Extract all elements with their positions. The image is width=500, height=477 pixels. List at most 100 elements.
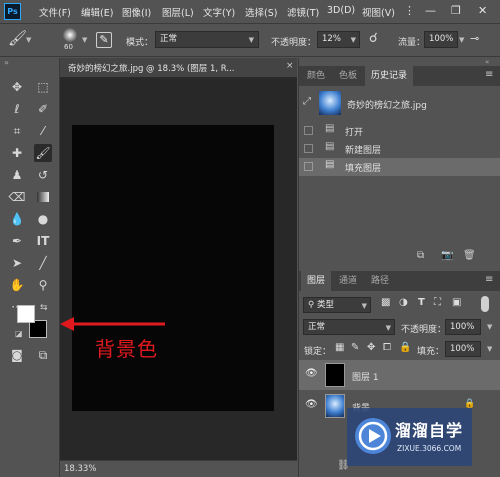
opacity-dropdown-icon[interactable]: ▼ xyxy=(487,323,492,331)
zoom-level[interactable]: 18.33% xyxy=(64,464,96,474)
pen-tool-icon[interactable]: ✒ xyxy=(8,232,26,250)
foreground-color-swatch[interactable] xyxy=(17,305,35,323)
blend-mode-select[interactable]: 正常 ▼ xyxy=(303,319,395,335)
history-snapshot[interactable]: ⤢ 奇妙的榜幻之旅.jpg xyxy=(299,88,500,118)
layer-row-selected[interactable]: 👁 图层 1 xyxy=(299,360,500,390)
flow-dropdown-icon[interactable]: ▼ xyxy=(459,36,464,44)
layer-filter-select[interactable]: ⚲ 类型 ▼ xyxy=(303,297,371,313)
canvas[interactable] xyxy=(72,125,274,411)
brush-tip-preview[interactable] xyxy=(63,28,77,42)
crop-tool-icon[interactable]: ⌗ xyxy=(8,122,26,140)
mode-select[interactable]: 正常 ▼ xyxy=(155,31,259,48)
eraser-tool-icon[interactable]: ⌫ xyxy=(8,188,26,206)
layer-filter-value: 类型 xyxy=(316,300,334,310)
type-tool-icon[interactable]: IT xyxy=(34,232,52,250)
quick-select-tool-icon[interactable]: ✐ xyxy=(34,100,52,118)
pressure-opacity-icon[interactable]: ☌ xyxy=(369,31,378,46)
filter-toggle[interactable] xyxy=(481,296,489,312)
close-window-button[interactable]: ✕ xyxy=(478,4,487,17)
tool-preset-dropdown-icon[interactable]: ▼ xyxy=(26,36,31,44)
menu-view[interactable]: 视图(V) xyxy=(362,5,395,19)
layer-name[interactable]: 图层 1 xyxy=(352,370,379,383)
history-brush-tool-icon[interactable]: ↺ xyxy=(34,166,52,184)
fill-dropdown-icon[interactable]: ▼ xyxy=(487,345,492,353)
history-menu-icon[interactable]: ≡ xyxy=(485,69,493,80)
brush-tool-icon[interactable]: 🖌 xyxy=(34,144,52,162)
lock-pixels-icon[interactable]: ✎ xyxy=(351,342,359,353)
clone-stamp-tool-icon[interactable]: ♟ xyxy=(8,166,26,184)
filter-smart-object-icon[interactable]: ▣ xyxy=(452,297,461,308)
document-tab[interactable]: 奇妙的榜幻之旅.jpg @ 18.3% (图层 1, R... × xyxy=(60,58,297,78)
filter-shape-icon[interactable]: ⛶ xyxy=(434,297,441,308)
minimize-button[interactable]: — xyxy=(425,4,436,17)
history-state-icon: ▤ xyxy=(325,141,335,152)
history-state-selected[interactable]: ▤ 填充图层 xyxy=(299,158,500,176)
collapse-panels-icon[interactable]: « xyxy=(485,58,489,66)
menu-type[interactable]: 文字(Y) xyxy=(203,5,235,19)
lock-transparent-icon[interactable]: ▦ xyxy=(335,342,344,353)
menu-filter[interactable]: 滤镜(T) xyxy=(287,5,319,19)
maximize-button[interactable]: ❐ xyxy=(451,4,461,17)
eyedropper-tool-icon[interactable]: ⁄ xyxy=(34,122,52,140)
default-colors-icon[interactable]: ◪ xyxy=(15,329,23,338)
lock-artboard-icon[interactable]: ⧠ xyxy=(383,342,391,353)
blur-tool-icon[interactable]: 💧 xyxy=(8,210,26,228)
watermark-subtitle: ZIXUE.3066.COM xyxy=(397,444,462,453)
menu-overflow-icon[interactable]: ⋮ xyxy=(404,4,415,17)
brush-settings-icon[interactable]: ✎ xyxy=(96,32,112,48)
history-state-checkbox[interactable] xyxy=(304,162,313,171)
brush-picker-dropdown-icon[interactable]: ▼ xyxy=(82,36,87,44)
history-state[interactable]: ▤ 打开 xyxy=(299,122,500,140)
quick-mask-icon[interactable]: ◙ xyxy=(8,346,26,364)
chevron-down-icon: ▼ xyxy=(350,36,356,44)
filter-type-icon[interactable]: T xyxy=(418,297,425,308)
menu-image[interactable]: 图像(I) xyxy=(122,5,151,19)
menu-layer[interactable]: 图层(L) xyxy=(162,5,194,19)
layer-opacity-input[interactable]: 100% xyxy=(445,319,481,335)
lock-position-icon[interactable]: ✥ xyxy=(367,342,375,353)
eye-icon[interactable]: 👁 xyxy=(305,368,318,379)
trash-icon[interactable]: 🗑 xyxy=(463,250,476,261)
eye-icon[interactable]: 👁 xyxy=(305,399,318,410)
hand-tool-icon[interactable]: ✋ xyxy=(8,276,26,294)
dodge-tool-icon[interactable]: ● xyxy=(34,210,52,228)
fill-input[interactable]: 100% xyxy=(445,341,481,357)
history-state[interactable]: ▤ 新建图层 xyxy=(299,140,500,158)
menu-edit[interactable]: 编辑(E) xyxy=(81,5,113,19)
snapshot-camera-icon[interactable]: 📷 xyxy=(441,250,453,261)
flow-input[interactable]: 100% xyxy=(424,31,458,48)
tab-channels[interactable]: 通道 xyxy=(333,271,363,291)
history-state-checkbox[interactable] xyxy=(304,144,313,153)
healing-brush-tool-icon[interactable]: ✚ xyxy=(8,144,26,162)
marquee-tool-icon[interactable]: ⬚ xyxy=(34,78,52,96)
lock-all-icon[interactable]: 🔒 xyxy=(399,342,411,353)
menu-file[interactable]: 文件(F) xyxy=(39,5,71,19)
brush-tool-icon[interactable]: 🖌 xyxy=(8,29,27,47)
tab-layers[interactable]: 图层 xyxy=(301,271,332,291)
screen-mode-icon[interactable]: ⧉ xyxy=(34,346,52,364)
collapse-toolbar-icon[interactable]: » xyxy=(4,58,9,67)
airbrush-icon[interactable]: ⊸ xyxy=(470,32,479,45)
filter-pixel-icon[interactable]: ▩ xyxy=(381,297,390,308)
history-state-checkbox[interactable] xyxy=(304,126,313,135)
tab-history[interactable]: 历史记录 xyxy=(365,66,414,86)
tab-color[interactable]: 颜色 xyxy=(301,66,331,86)
layers-menu-icon[interactable]: ≡ xyxy=(485,274,493,285)
tab-swatches[interactable]: 色板 xyxy=(333,66,363,86)
fill-label: 填充： xyxy=(417,347,445,357)
lasso-tool-icon[interactable]: ℓ xyxy=(8,100,26,118)
menu-select[interactable]: 选择(S) xyxy=(245,5,277,19)
history-brush-source-icon[interactable]: ⤢ xyxy=(303,96,311,107)
swap-colors-icon[interactable]: ⇆ xyxy=(40,303,48,313)
menu-3d[interactable]: 3D(D) xyxy=(327,5,355,16)
close-document-button[interactable]: × xyxy=(286,61,294,71)
move-tool-icon[interactable]: ✥ xyxy=(8,78,26,96)
tab-paths[interactable]: 路径 xyxy=(365,271,395,291)
path-select-tool-icon[interactable]: ➤ xyxy=(8,254,26,272)
gradient-tool-icon[interactable] xyxy=(34,188,52,206)
new-document-from-state-icon[interactable]: ⧉ xyxy=(417,250,424,261)
opacity-input[interactable]: 12% ▼ xyxy=(317,31,360,48)
zoom-tool-icon[interactable]: ⚲ xyxy=(34,276,52,294)
filter-adjustment-icon[interactable]: ◑ xyxy=(399,297,408,308)
line-tool-icon[interactable]: ╱ xyxy=(34,254,52,272)
